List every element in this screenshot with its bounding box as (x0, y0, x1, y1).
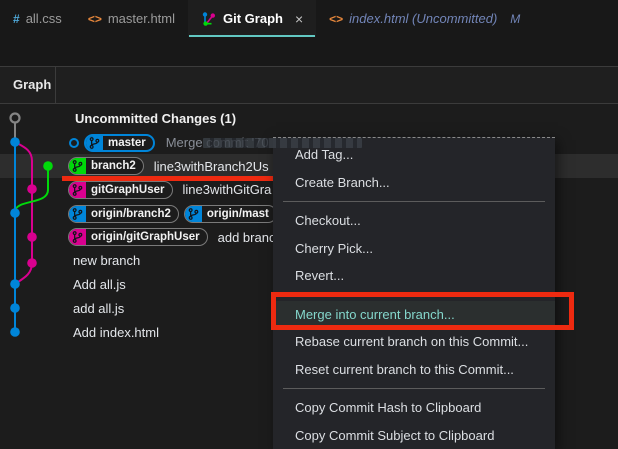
commit-message: new branch (73, 253, 141, 269)
git-branch-icon (184, 205, 202, 222)
tab-all-css[interactable]: # all.css (0, 0, 75, 37)
commit-graph (9, 112, 53, 337)
commit-node-branch2[interactable] (43, 161, 53, 171)
branch-label-text: origin/gitGraphUser (91, 231, 200, 244)
git-branch-icon (69, 181, 86, 198)
commit-node-add-alljs-2[interactable] (10, 303, 20, 313)
menu-separator (283, 388, 545, 389)
menu-item-revert[interactable]: Revert... (273, 262, 555, 290)
redacted-commit-hash (203, 138, 362, 148)
menu-item-copy-commit-subject[interactable]: Copy Commit Subject to Clipboard (273, 422, 555, 449)
row-uncommitted-changes[interactable]: Uncommitted Changes (1) (62, 107, 618, 131)
tab-master-html[interactable]: <> master.html (75, 0, 188, 37)
uncommitted-changes-label: Uncommitted Changes (1) (75, 111, 237, 127)
tab-title: all.css (25, 11, 62, 26)
tab-title: Git Graph (223, 11, 283, 26)
menu-item-copy-commit-hash[interactable]: Copy Commit Hash to Clipboard (273, 394, 555, 422)
menu-item-reset[interactable]: Reset current branch to this Commit... (273, 356, 555, 384)
commit-message: line3withGitGra (182, 182, 272, 198)
commit-node-gitgraphuser[interactable] (27, 184, 37, 194)
commit-message: Add all.js (73, 277, 126, 293)
branch-label-branch2[interactable]: branch2 (68, 157, 144, 176)
modified-badge: M (510, 11, 521, 26)
commit-message: Add index.html (73, 324, 159, 340)
menu-item-merge-into-current-branch[interactable]: Merge into current branch... (273, 300, 555, 328)
tab-git-graph[interactable]: Git Graph × (188, 0, 317, 37)
graph-column-header: Graph (0, 66, 618, 104)
branch-label-origin-gitgraphuser[interactable]: origin/gitGraphUser (68, 228, 208, 247)
uncommitted-node[interactable] (9, 112, 21, 124)
graph-column-title: Graph (13, 77, 52, 92)
column-divider[interactable] (55, 67, 56, 103)
tab-title: index.html (Uncommitted) (349, 11, 498, 26)
branch-label-gitgraphuser[interactable]: gitGraphUser (68, 180, 173, 199)
menu-item-checkout[interactable]: Checkout... (273, 207, 555, 235)
menu-item-cherry-pick[interactable]: Cherry Pick... (273, 235, 555, 263)
annotation-underline-branch2 (62, 176, 273, 181)
code-brackets-icon: <> (329, 11, 344, 26)
commit-node-origin-gitgraphuser[interactable] (27, 232, 37, 242)
commit-node-add-alljs[interactable] (10, 279, 20, 289)
menu-separator (283, 201, 545, 202)
branch-label-master[interactable]: master (84, 133, 155, 152)
checked-out-indicator-icon (69, 137, 79, 148)
git-branch-icon (69, 205, 86, 222)
branch-label-text: master (108, 136, 146, 149)
commit-message: add all.js (73, 300, 125, 316)
git-branch-icon (69, 158, 86, 175)
css-hash-icon: # (13, 11, 20, 26)
git-branch-icon (86, 135, 103, 150)
menu-item-rebase[interactable]: Rebase current branch on this Commit... (273, 328, 555, 356)
editor-tab-bar: # all.css <> master.html Git Graph × <> … (0, 0, 618, 66)
commit-node-master[interactable] (10, 137, 20, 147)
commit-node-new-branch[interactable] (27, 258, 37, 268)
git-branch-icon (69, 229, 86, 246)
commit-message: line3withBranch2Us (153, 158, 269, 174)
branch-label-origin-branch2[interactable]: origin/branch2 (68, 204, 179, 223)
git-graph-window: # all.css <> master.html Git Graph × <> … (0, 0, 618, 449)
branch-label-text: branch2 (91, 160, 136, 173)
git-graph-icon (202, 11, 216, 26)
commit-context-menu: Add Tag... Create Branch... Checkout... … (273, 137, 555, 449)
commit-message: add branc (217, 229, 276, 245)
tab-index-html[interactable]: <> index.html (Uncommitted) M (316, 0, 533, 37)
branch-label-text: origin/mast (206, 207, 269, 220)
branch-label-text: origin/branch2 (91, 207, 171, 220)
commit-node-origin-branch2[interactable] (10, 208, 20, 218)
close-icon[interactable]: × (295, 11, 303, 27)
menu-item-create-branch[interactable]: Create Branch... (273, 169, 555, 197)
commit-node-add-indexhtml[interactable] (10, 327, 20, 337)
tab-title: master.html (107, 11, 176, 26)
menu-separator (283, 294, 545, 296)
code-brackets-icon: <> (87, 11, 102, 26)
branch-label-origin-master[interactable]: origin/mast (183, 204, 277, 223)
branch-label-text: gitGraphUser (91, 183, 165, 196)
